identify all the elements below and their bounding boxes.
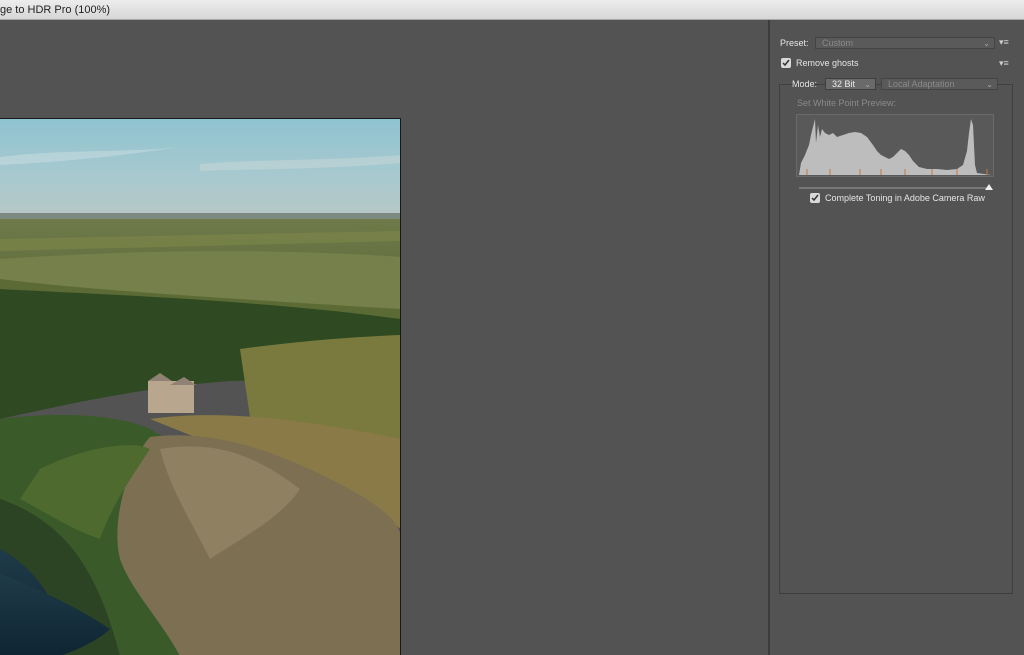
chevron-down-icon: ⌄ (986, 80, 993, 89)
checkmark-icon (811, 194, 819, 202)
complete-toning-checkbox[interactable] (810, 193, 820, 203)
window-titlebar: ge to HDR Pro (100%) (0, 0, 1024, 20)
window-title: ge to HDR Pro (100%) (0, 4, 111, 16)
flyout-menu-icon[interactable]: ▾≡ (999, 37, 1009, 48)
histogram-graph (799, 119, 991, 175)
landscape-preview (0, 119, 400, 655)
chevron-down-icon: ⌄ (983, 39, 990, 48)
preset-dropdown[interactable]: Custom ⌄ (815, 37, 995, 49)
mode-value: 32 Bit (832, 79, 856, 89)
method-dropdown[interactable]: Local Adaptation ⌄ (881, 78, 998, 90)
checkmark-icon (782, 59, 790, 67)
flyout-menu-icon[interactable]: ▾≡ (999, 58, 1009, 69)
preset-value: Custom (822, 38, 854, 48)
remove-ghosts-row: Remove ghosts (781, 58, 859, 68)
histogram (796, 114, 994, 177)
remove-ghosts-checkbox[interactable] (781, 58, 791, 68)
white-point-slider-track[interactable] (799, 187, 991, 189)
remove-ghosts-label: Remove ghosts (796, 58, 859, 68)
chevron-down-icon: ⌄ (864, 80, 871, 89)
white-point-slider-thumb[interactable] (985, 184, 993, 190)
complete-toning-row: Complete Toning in Adobe Camera Raw (810, 193, 985, 203)
hdr-preview-image[interactable] (0, 118, 401, 655)
complete-toning-label: Complete Toning in Adobe Camera Raw (825, 193, 985, 203)
mode-label: Mode: (792, 79, 818, 89)
method-value: Local Adaptation (888, 79, 955, 89)
white-point-label: Set White Point Preview: (797, 98, 897, 108)
mode-dropdown[interactable]: 32 Bit ⌄ (825, 78, 876, 90)
preset-label: Preset: (780, 38, 809, 48)
